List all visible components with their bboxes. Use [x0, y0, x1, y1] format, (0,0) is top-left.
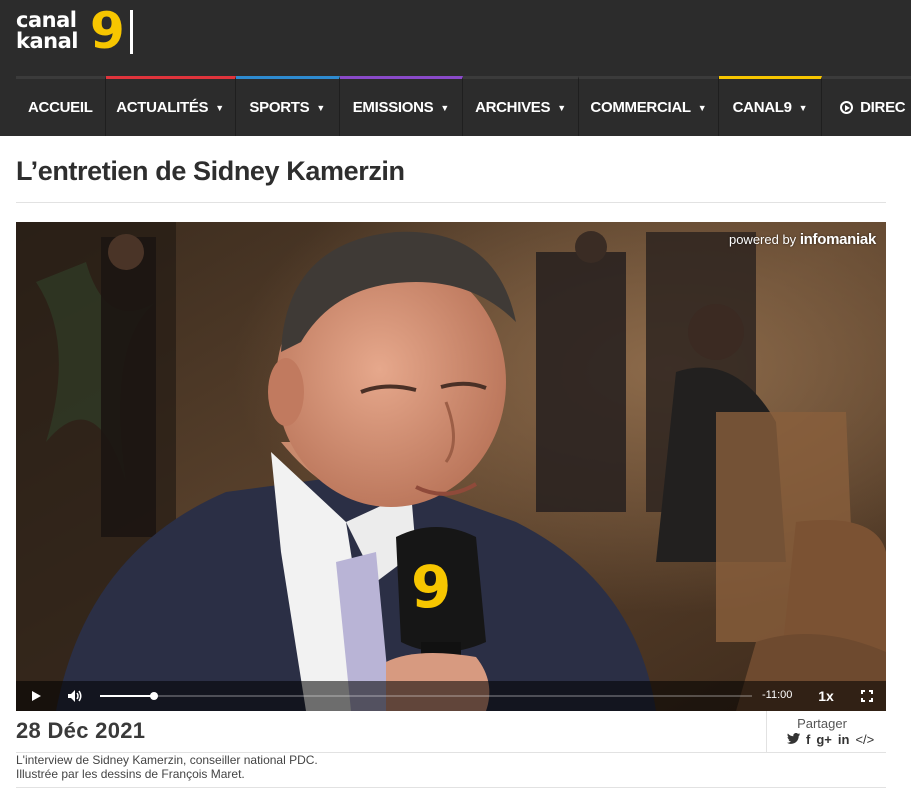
- powered-by-badge: powered by infomaniak: [729, 231, 876, 248]
- nav-item-label: ACTUALITÉS: [116, 99, 209, 116]
- logo-wordmark: canal kanal: [16, 10, 78, 52]
- logo-line-canal: canal: [16, 8, 77, 32]
- logo-divider: [130, 10, 133, 54]
- description-line-2: Illustrée par les dessins de François Ma…: [16, 767, 245, 781]
- play-button[interactable]: [24, 681, 48, 711]
- video-player[interactable]: 9 powered by infomaniak -11:00 1x: [16, 222, 886, 711]
- progress-handle[interactable]: [150, 692, 159, 700]
- play-icon: [32, 691, 41, 701]
- nav-item-sports[interactable]: SPORTS ▼: [235, 76, 340, 136]
- nav-item-label: ARCHIVES: [475, 99, 551, 116]
- share-label: Partager: [797, 716, 847, 731]
- time-remaining: -11:00: [762, 689, 793, 701]
- share-icons: f g+ in </>: [787, 733, 874, 747]
- caret-down-icon: ▼: [215, 102, 224, 113]
- progress-fill: [100, 695, 155, 697]
- nav-item-archives[interactable]: ARCHIVES ▼: [462, 76, 580, 136]
- fullscreen-icon: [861, 690, 873, 702]
- site-header: canal kanal 9 ACCUEIL ACTUALITÉS ▼ SPORT…: [0, 0, 911, 136]
- caret-down-icon: ▼: [697, 102, 707, 113]
- publish-date: 28 Déc 2021: [16, 718, 146, 743]
- description-line-1: L'interview de Sidney Kamerzin, conseill…: [16, 753, 318, 767]
- volume-button[interactable]: [62, 681, 88, 711]
- video-frame: 9: [16, 222, 886, 711]
- volume-icon: [68, 690, 82, 702]
- player-controls: -11:00 1x: [16, 681, 886, 711]
- main-nav: ACCUEIL ACTUALITÉS ▼ SPORTS ▼ EMISSIONS …: [16, 76, 911, 136]
- facebook-icon[interactable]: f: [806, 733, 810, 747]
- mic-logo-nine: 9: [411, 553, 451, 621]
- caret-down-icon: ▼: [440, 102, 449, 113]
- bottom-divider: [16, 787, 886, 788]
- embed-icon[interactable]: </>: [855, 733, 874, 747]
- logo-line-kanal: kanal: [16, 29, 78, 53]
- fullscreen-button[interactable]: [854, 681, 880, 711]
- nav-item-commercial[interactable]: COMMERCIAL ▼: [579, 76, 719, 136]
- caret-down-icon: ▼: [798, 102, 808, 113]
- powered-by-prefix: powered by: [728, 232, 797, 247]
- nav-item-canal9[interactable]: CANAL9 ▼: [718, 76, 823, 136]
- title-divider: [16, 202, 886, 203]
- play-circle-icon: [840, 101, 854, 114]
- powered-by-brand: infomaniak: [799, 231, 876, 248]
- page-title: L’entretien de Sidney Kamerzin: [16, 156, 405, 186]
- video-description: L'interview de Sidney Kamerzin, conseill…: [16, 753, 318, 781]
- nav-item-actualites[interactable]: ACTUALITÉS ▼: [105, 76, 236, 136]
- nav-item-label: EMISSIONS: [352, 99, 434, 116]
- nav-item-label: DIREC: [860, 99, 906, 116]
- nav-item-emissions[interactable]: EMISSIONS ▼: [339, 76, 463, 136]
- playback-speed-button[interactable]: 1x: [812, 681, 840, 711]
- share-box: Partager f g+ in </>: [766, 711, 886, 753]
- canal9-logo[interactable]: canal kanal 9: [16, 4, 141, 58]
- twitter-icon[interactable]: [787, 733, 800, 747]
- progress-bar[interactable]: [100, 692, 752, 700]
- linkedin-icon[interactable]: in: [838, 733, 850, 747]
- logo-nine: 9: [90, 2, 125, 60]
- nav-item-label: COMMERCIAL: [590, 99, 691, 116]
- caret-down-icon: ▼: [557, 102, 566, 113]
- nav-item-accueil[interactable]: ACCUEIL: [16, 76, 106, 136]
- nav-item-label: CANAL9: [732, 99, 792, 116]
- nav-item-direct[interactable]: DIREC: [822, 76, 911, 136]
- nav-item-label: ACCUEIL: [28, 99, 93, 116]
- google-plus-icon[interactable]: g+: [816, 733, 832, 747]
- nav-item-label: SPORTS: [249, 99, 310, 116]
- caret-down-icon: ▼: [316, 102, 325, 113]
